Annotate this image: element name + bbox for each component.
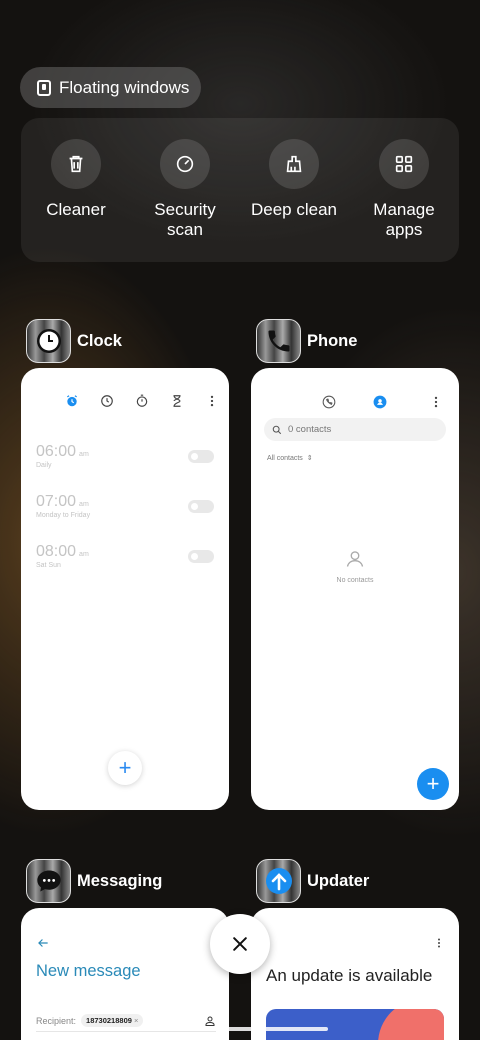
home-indicator[interactable] [152,1027,328,1031]
recipient-chip[interactable]: 18730218809 × [81,1014,144,1027]
alarm-time: 06:00 [36,443,77,460]
phone-app-icon [256,319,301,363]
alarm-ampm: am [79,501,89,508]
clock-app-icon [26,319,71,363]
alarm-repeat: Sat Sun [36,562,61,569]
close-all-button[interactable] [210,914,270,974]
clock-tabs [65,394,219,408]
alarm-time: 07:00 [36,493,77,510]
contact-search-input[interactable]: 0 contacts [264,418,446,441]
alarm-toggle[interactable] [188,450,214,463]
clock-app-name: Clock [77,331,122,350]
alarm-repeat: Daily [36,462,52,469]
updater-app-name: Updater [307,871,370,890]
alarm-toggle[interactable] [188,550,214,563]
security-scan-button[interactable]: Security scan [130,139,240,240]
banner-accent-shape [378,1009,444,1040]
more-vertical-icon[interactable] [433,937,445,949]
recipient-label: Recipient: [36,1015,77,1026]
updater-app-header[interactable]: Updater [256,859,369,903]
contact-picker-icon[interactable] [204,1015,216,1027]
messaging-app-card[interactable]: New message Recipient: 18730218809 × [21,908,229,1040]
cleaner-label: Cleaner [46,200,106,219]
stopwatch-icon[interactable] [135,394,149,408]
floating-windows-label: Floating windows [59,77,190,97]
contacts-filter-dropdown[interactable]: All contacts ⇕ [267,454,313,463]
phone-app-card[interactable]: 0 contacts All contacts ⇕ No contacts + [251,368,459,810]
remove-recipient-icon[interactable]: × [134,1016,138,1025]
quick-actions-panel: Cleaner Security scan Deep clean Manage … [21,118,459,262]
alarm-icon[interactable] [65,394,79,408]
add-contact-button[interactable]: + [417,768,449,800]
close-icon [233,937,247,951]
world-clock-icon[interactable] [100,394,114,408]
deep-clean-button[interactable]: Deep clean [239,139,349,220]
deep-clean-icon [269,139,319,189]
cleaner-button[interactable]: Cleaner [21,139,131,220]
trash-icon [51,139,101,189]
updater-app-icon [256,859,301,903]
recipient-chip-number: 18730218809 [86,1016,132,1025]
messaging-app-icon [26,859,71,903]
update-banner [266,1009,444,1040]
alarm-toggle[interactable] [188,500,214,513]
messaging-app-name: Messaging [77,871,163,890]
phone-app-header[interactable]: Phone [256,319,357,363]
deep-clean-label: Deep clean [250,200,337,219]
search-placeholder: 0 contacts [288,424,332,435]
alarm-ampm: am [79,551,89,558]
floating-window-icon [37,79,51,96]
person-icon [346,551,364,567]
more-vertical-icon[interactable] [205,394,219,408]
chevron-updown-icon: ⇕ [306,455,313,462]
clock-app-header[interactable]: Clock [26,319,122,363]
timer-icon[interactable] [170,394,184,408]
new-message-title: New message [36,962,141,980]
alarm-time: 08:00 [36,543,77,560]
phone-app-name: Phone [307,331,358,350]
updater-app-card[interactable]: An update is available [251,908,459,1040]
empty-contacts-text: No contacts [336,577,374,584]
grid-icon [379,139,429,189]
clock-app-card[interactable]: 06:00 am Daily 07:00 am Monday to Friday 0… [21,368,229,810]
call-log-icon[interactable] [322,395,336,409]
update-available-title: An update is available [266,966,433,985]
security-scan-label: Security scan [154,200,216,239]
contacts-icon[interactable] [373,395,387,409]
add-alarm-button[interactable]: + [108,751,142,785]
more-vertical-icon[interactable] [429,395,443,409]
manage-apps-label: Manage apps [373,200,435,239]
security-scan-icon [160,139,210,189]
alarm-ampm: am [79,451,89,458]
manage-apps-button[interactable]: Manage apps [349,139,459,240]
floating-windows-button[interactable]: Floating windows [20,67,201,108]
contacts-filter-label: All contacts [267,454,303,462]
search-icon [272,425,282,434]
messaging-app-header[interactable]: Messaging [26,859,162,903]
back-arrow-icon[interactable] [36,936,50,950]
alarm-repeat: Monday to Friday [36,512,91,519]
